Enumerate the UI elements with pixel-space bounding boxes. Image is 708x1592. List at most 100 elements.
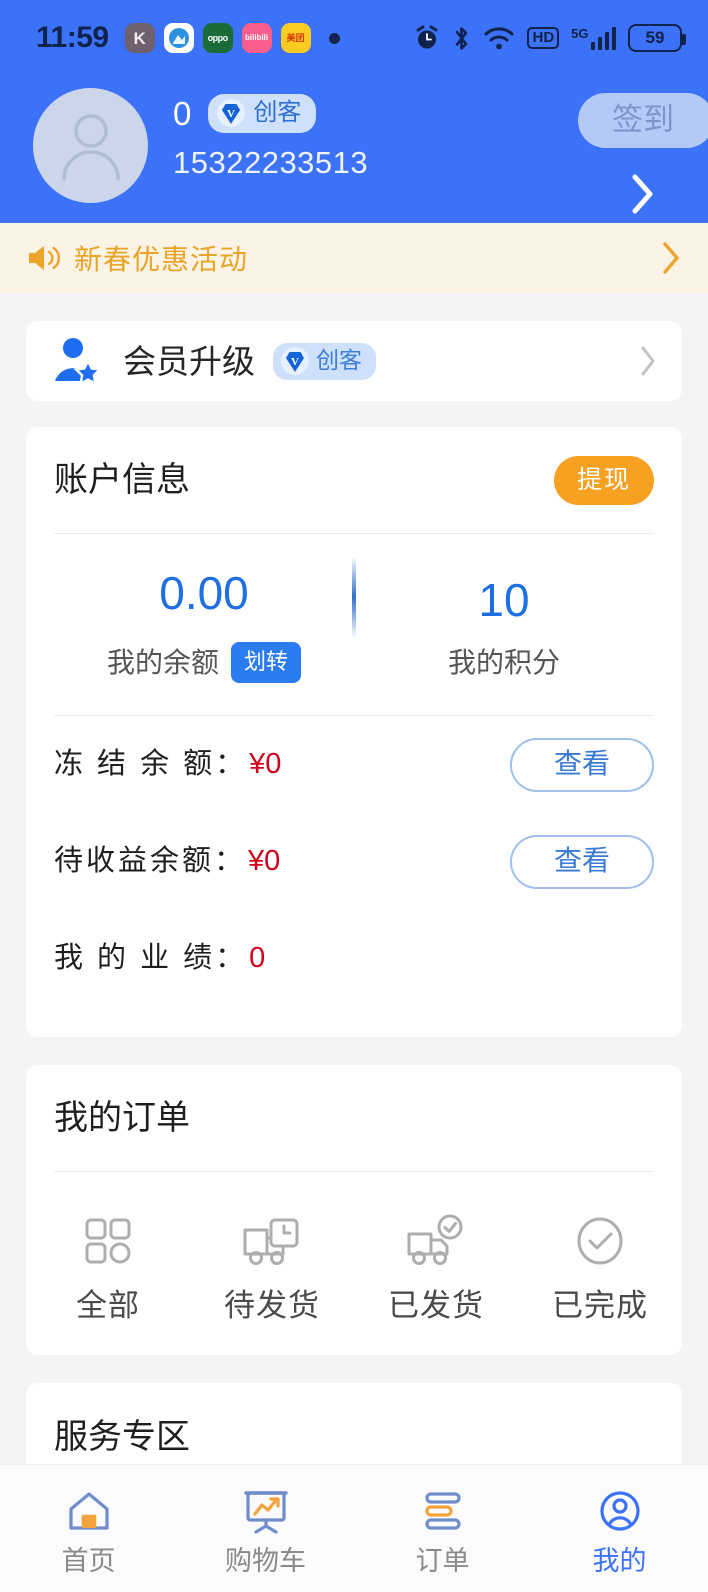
profile-header: 0 V 创客 15322233513 签到	[0, 76, 708, 223]
grid-icon	[85, 1218, 131, 1264]
level-badge-label: 创客	[253, 98, 302, 126]
avatar[interactable]	[33, 88, 148, 203]
performance-row: 我 的 业 绩： 0	[54, 910, 654, 1007]
person-placeholder-icon	[61, 113, 120, 181]
phone-screen: 11:59 K oppo bilibili 美团 HD 5G 59 0 V 创客…	[0, 0, 708, 1592]
profile-name-row: 0 V 创客	[173, 94, 368, 133]
announcement-text: 新春优惠活动	[74, 244, 249, 275]
member-star-icon	[55, 338, 103, 386]
level-badge[interactable]: V 创客	[208, 94, 317, 133]
browser-icon	[163, 23, 194, 53]
account-title: 账户信息	[54, 461, 190, 499]
hd-icon: HD	[527, 26, 560, 50]
orders-status-grid: 全部 待发货 已发货 已完成	[26, 1172, 682, 1321]
tab-orders[interactable]: 订单	[354, 1482, 531, 1575]
profile-username: 0	[173, 95, 192, 132]
tab-mine[interactable]: 我的	[531, 1482, 708, 1575]
member-level-label: 创客	[316, 347, 362, 374]
pending-earnings-row: 待收益余额： ¥0 查看	[54, 813, 654, 910]
member-upgrade-title: 会员升级	[123, 342, 255, 380]
order-status-completed[interactable]: 已完成	[518, 1214, 682, 1321]
truck-clock-icon	[243, 1218, 299, 1265]
transfer-button[interactable]: 划转	[231, 642, 302, 683]
balance-value: 0.00	[159, 567, 249, 619]
tab-label: 首页	[61, 1546, 116, 1576]
status-time: 11:59	[36, 21, 109, 54]
person-circle-icon	[599, 1491, 640, 1531]
signin-button[interactable]: 签到	[578, 93, 708, 148]
frozen-balance-label: 冻 结 余 额：	[54, 748, 248, 780]
tab-home[interactable]: 首页	[0, 1482, 177, 1575]
wifi-icon	[484, 27, 514, 50]
megaphone-icon	[29, 246, 60, 270]
header-chevron-right-icon[interactable]	[630, 173, 656, 215]
announcement-chevron-icon[interactable]	[660, 240, 682, 276]
meituan-icon: 美团	[280, 23, 311, 53]
status-bar: 11:59 K oppo bilibili 美团 HD 5G 59	[0, 0, 708, 76]
balance-stat: 0.00 我的余额 划转	[54, 570, 354, 683]
tab-cart[interactable]: 购物车	[177, 1482, 354, 1575]
diamond-v-icon: V	[281, 346, 309, 375]
account-info-card: 账户信息 提现 0.00 我的余额 划转 10 我的积分 冻 结 余 额： ¥0…	[26, 427, 682, 1037]
diamond-v-icon: V	[217, 99, 246, 127]
announcement-bar[interactable]: 新春优惠活动	[0, 223, 708, 293]
performance-value: 0	[249, 942, 266, 974]
circle-check-icon	[577, 1217, 623, 1265]
bluetooth-icon	[456, 26, 468, 50]
service-zone-title: 服务专区	[54, 1418, 190, 1456]
frozen-balance-view-button[interactable]: 查看	[509, 737, 654, 792]
frozen-balance-row: 冻 结 余 额： ¥0 查看	[54, 716, 654, 813]
orders-title: 我的订单	[54, 1099, 190, 1137]
order-status-all[interactable]: 全部	[26, 1214, 190, 1321]
frozen-balance-value: ¥0	[249, 748, 282, 780]
tab-label: 我的	[592, 1546, 647, 1576]
tab-label: 订单	[415, 1546, 470, 1576]
order-status-shipped[interactable]: 已发货	[354, 1214, 518, 1321]
bottom-tab-bar: 首页 购物车 订单 我的	[0, 1464, 708, 1592]
order-status-label: 已完成	[552, 1288, 648, 1323]
more-indicator-dot	[328, 32, 340, 44]
bilibili-icon: bilibili	[241, 23, 272, 53]
truck-check-icon	[407, 1214, 463, 1265]
status-app-icons: K oppo bilibili 美团	[124, 23, 340, 53]
points-stat: 10 我的积分	[354, 577, 654, 677]
pending-earnings-label: 待收益余额：	[54, 845, 247, 877]
account-header: 账户信息 提现	[54, 427, 654, 533]
oppo-icon: oppo	[202, 23, 233, 53]
stats-divider	[352, 556, 356, 638]
signal-bars	[590, 26, 616, 50]
member-chevron-right-icon[interactable]	[638, 344, 658, 378]
tab-label: 购物车	[225, 1546, 306, 1576]
points-label-row: 我的积分	[354, 646, 654, 678]
profile-phone: 15322233513	[173, 145, 369, 180]
network-type-label: 5G	[571, 26, 589, 41]
performance-label: 我 的 业 绩：	[54, 942, 248, 974]
order-status-label: 全部	[76, 1288, 140, 1323]
order-status-pending-shipment[interactable]: 待发货	[190, 1214, 354, 1321]
balance-label-row: 我的余额 划转	[54, 642, 354, 683]
signal-icon: 5G	[571, 26, 616, 50]
order-status-label: 待发货	[224, 1288, 320, 1323]
home-icon	[68, 1492, 109, 1530]
list-icon	[424, 1492, 461, 1530]
alarm-icon	[416, 25, 438, 49]
orders-header: 我的订单	[26, 1065, 682, 1171]
points-label: 我的积分	[447, 646, 560, 678]
status-indicators: HD 5G 59	[414, 24, 686, 52]
points-value: 10	[478, 573, 530, 626]
withdraw-button[interactable]: 提现	[553, 455, 654, 505]
my-orders-card: 我的订单 全部 待发货 已发货 已完成	[26, 1065, 682, 1355]
member-upgrade-card[interactable]: 会员升级 V 创客	[26, 321, 682, 401]
member-level-badge: V 创客	[273, 342, 376, 380]
svg-text:V: V	[227, 108, 235, 120]
kuaishou-icon: K	[124, 23, 155, 53]
cart-board-icon	[243, 1491, 288, 1534]
profile-meta: 0 V 创客 15322233513	[173, 86, 368, 178]
pending-earnings-value: ¥0	[248, 845, 281, 877]
account-stats-row: 0.00 我的余额 划转 10 我的积分	[54, 534, 654, 715]
pending-earnings-view-button[interactable]: 查看	[509, 834, 654, 889]
balance-label: 我的余额	[106, 646, 219, 678]
svg-text:V: V	[291, 356, 299, 368]
battery-icon: 59	[628, 24, 686, 52]
order-status-label: 已发货	[388, 1288, 484, 1323]
